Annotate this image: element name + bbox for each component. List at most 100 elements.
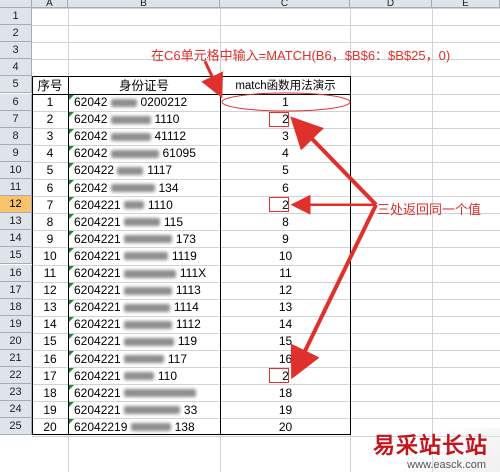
id-cell-prefix[interactable]: 62042 [71,128,107,145]
seq-cell[interactable]: 4 [32,145,68,162]
row-header-15[interactable]: 15 [0,247,32,265]
seq-cell[interactable]: 10 [32,247,68,264]
row-header-14[interactable]: 14 [0,230,32,248]
row-header-2[interactable]: 2 [0,25,32,43]
id-cell-prefix[interactable]: 6204221 [71,401,121,418]
row-header-24[interactable]: 24 [0,401,32,419]
match-result-cell[interactable]: 8 [220,213,351,230]
row-header-10[interactable]: 10 [0,161,32,179]
row-header-19[interactable]: 19 [0,315,32,333]
row-header-13[interactable]: 13 [0,213,32,231]
id-cell-prefix[interactable]: 6204221 [71,333,121,350]
match-result-cell[interactable]: 18 [220,384,351,401]
select-all-corner[interactable] [0,0,32,8]
id-cell-suffix: 117 [167,351,188,366]
redacted-digits [123,389,196,398]
redacted-digits [123,337,174,346]
gridline-h [32,25,500,27]
id-cell-prefix[interactable]: 62042 [71,111,107,128]
seq-cell[interactable]: 8 [32,213,68,230]
row-header-18[interactable]: 18 [0,298,32,316]
column-header-c[interactable]: C [220,0,350,9]
row-header-25[interactable]: 25 [0,418,32,436]
column-header-a[interactable]: A [32,0,68,9]
highlight-box [269,368,289,384]
row-header-9[interactable]: 9 [0,144,32,162]
row-header-3[interactable]: 3 [0,42,32,60]
row-header-11[interactable]: 11 [0,179,32,197]
column-header-b[interactable]: B [68,0,220,9]
id-cell-prefix[interactable]: 620422 [71,162,114,179]
match-result-cell[interactable]: 13 [220,299,351,316]
seq-cell[interactable]: 17 [32,367,68,384]
id-cell-prefix[interactable]: 6204221 [71,350,121,367]
id-cell-suffix: 134 [158,180,179,195]
row-header-12[interactable]: 12 [0,196,32,214]
id-cell-prefix[interactable]: 6204221 [71,247,121,264]
id-cell-prefix[interactable]: 6204221 [71,282,121,299]
seq-cell[interactable]: 1 [32,94,68,111]
seq-cell[interactable]: 5 [32,162,68,179]
column-header-d[interactable]: D [350,0,432,9]
match-result-cell[interactable]: 3 [220,128,351,145]
row-header-21[interactable]: 21 [0,350,32,368]
id-cell-prefix[interactable]: 6204221 [71,265,121,282]
row-header-5[interactable]: 5 [0,76,32,94]
match-result-cell[interactable]: 16 [220,350,351,367]
seq-cell[interactable]: 13 [32,299,68,316]
column-header-e[interactable]: E [432,0,500,9]
redacted-digits [123,201,144,210]
match-result-cell[interactable]: 9 [220,230,351,247]
match-result-cell[interactable]: 15 [220,333,351,350]
id-cell-prefix[interactable]: 6204221 [71,367,121,384]
id-cell-suffix: 1114 [173,300,199,315]
id-cell-prefix[interactable]: 6204221 [71,299,121,316]
id-cell-prefix[interactable]: 62042 [71,145,107,162]
match-result-cell[interactable]: 20 [220,418,351,435]
row-header-17[interactable]: 17 [0,281,32,299]
match-result-cell[interactable]: 6 [220,179,351,196]
row-header-22[interactable]: 22 [0,367,32,385]
row-header-16[interactable]: 16 [0,264,32,282]
seq-cell[interactable]: 2 [32,111,68,128]
match-result-cell[interactable]: 19 [220,401,351,418]
seq-cell[interactable]: 20 [32,418,68,435]
id-cell-prefix[interactable]: 6204221 [71,213,121,230]
seq-cell[interactable]: 14 [32,316,68,333]
seq-cell[interactable]: 6 [32,179,68,196]
match-result-cell[interactable]: 11 [220,265,351,282]
redacted-digits [110,115,151,124]
logo-url: www.easck.com [407,459,486,471]
match-result-cell[interactable]: 5 [220,162,351,179]
seq-cell[interactable]: 7 [32,196,68,213]
seq-cell[interactable]: 9 [32,230,68,247]
row-header-7[interactable]: 7 [0,110,32,128]
seq-cell[interactable]: 11 [32,265,68,282]
seq-cell[interactable]: 19 [32,401,68,418]
match-result-cell[interactable]: 12 [220,282,351,299]
match-result-cell[interactable]: 4 [220,145,351,162]
row-header-1[interactable]: 1 [0,8,32,26]
id-cell-prefix[interactable]: 62042 [71,179,107,196]
row-header-8[interactable]: 8 [0,127,32,145]
id-cell-prefix[interactable]: 6204221 [71,196,121,213]
match-result-cell[interactable]: 10 [220,247,351,264]
match-result-cell[interactable]: 14 [220,316,351,333]
seq-cell[interactable]: 3 [32,128,68,145]
id-cell-prefix[interactable]: 6204221 [71,384,121,401]
id-cell-prefix[interactable]: 62042219 [71,418,127,435]
id-cell-prefix[interactable]: 6204221 [71,316,121,333]
match-result-cell[interactable]: 1 [220,94,351,111]
row-header-23[interactable]: 23 [0,384,32,402]
gridline-h [32,8,500,9]
seq-cell[interactable]: 16 [32,350,68,367]
id-cell-suffix: 138 [174,419,195,434]
id-cell-prefix[interactable]: 6204221 [71,230,121,247]
row-header-6[interactable]: 6 [0,93,32,111]
seq-cell[interactable]: 12 [32,282,68,299]
id-cell-prefix[interactable]: 62042 [71,94,107,111]
row-header-20[interactable]: 20 [0,332,32,350]
seq-cell[interactable]: 18 [32,384,68,401]
seq-cell[interactable]: 15 [32,333,68,350]
row-header-4[interactable]: 4 [0,59,32,77]
